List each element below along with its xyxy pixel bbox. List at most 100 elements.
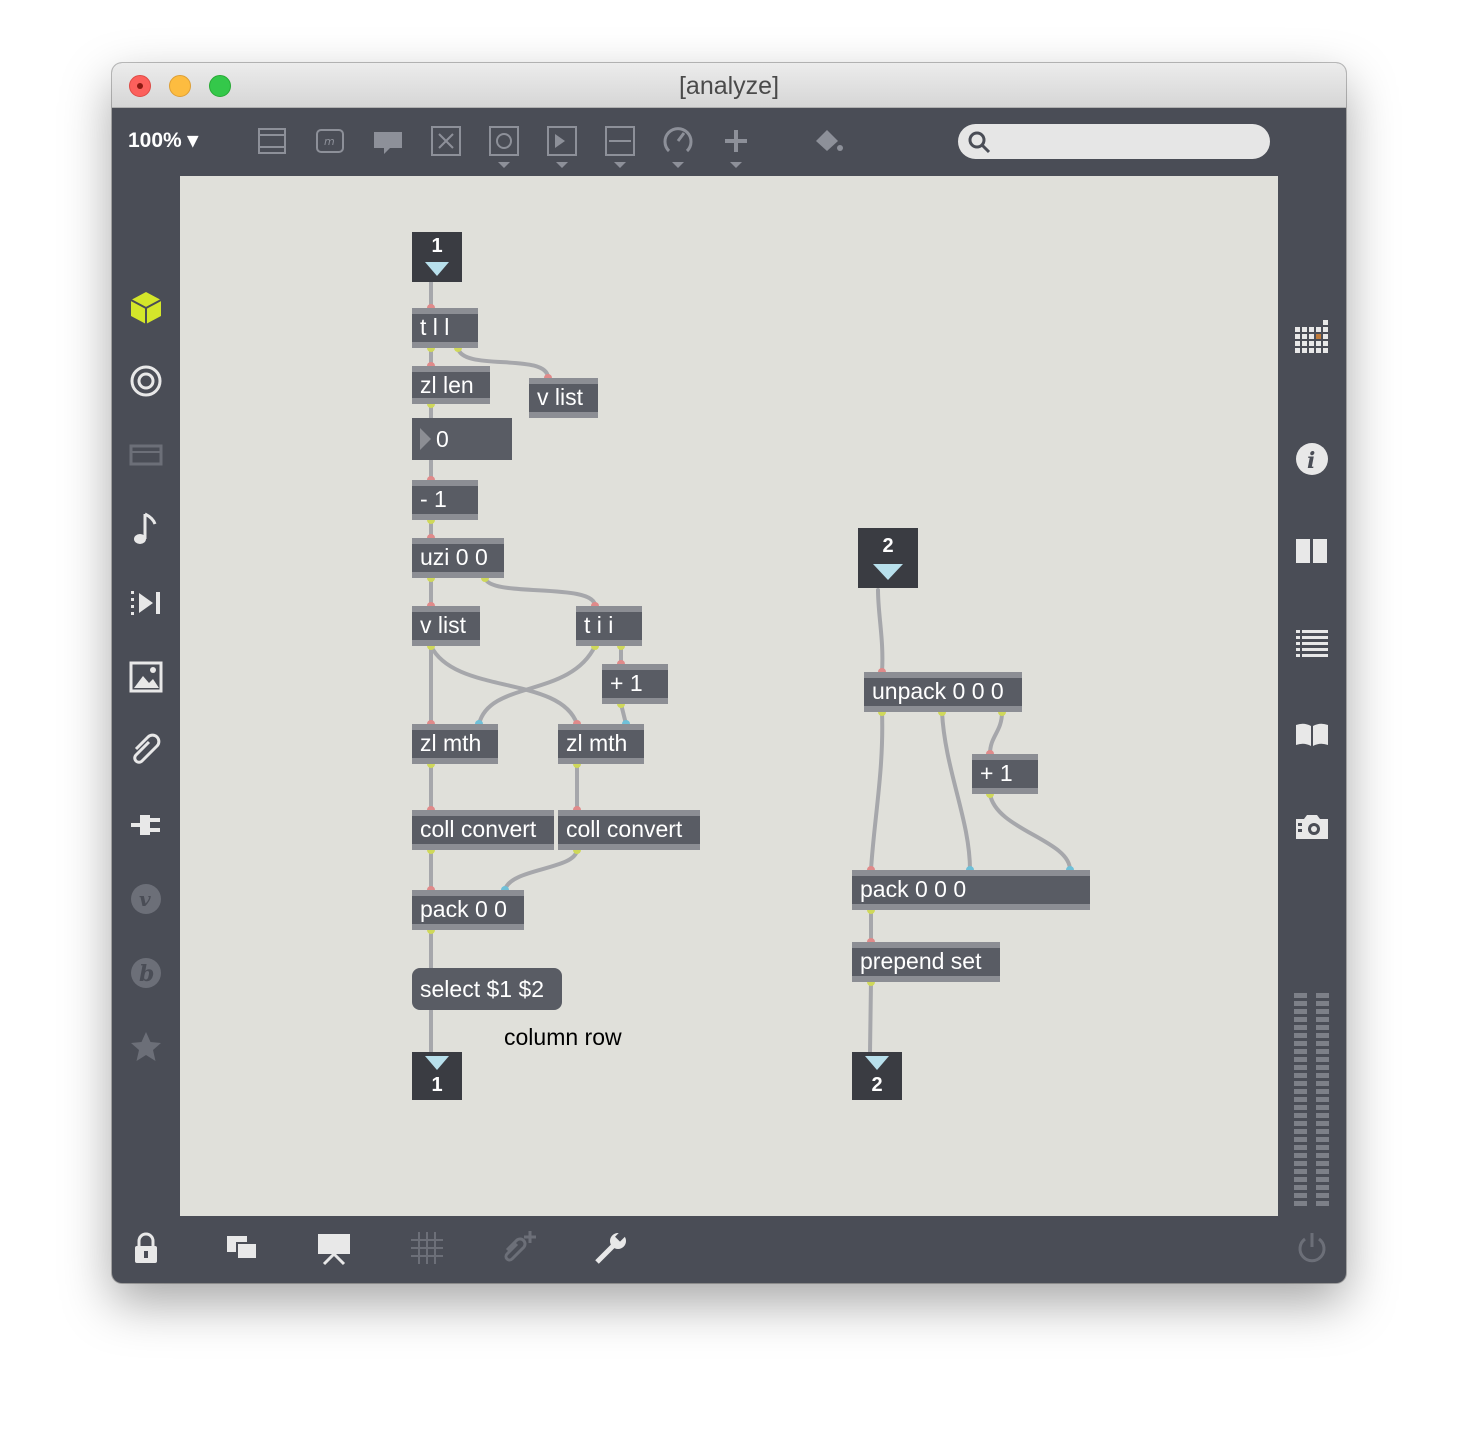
windows-icon[interactable] xyxy=(222,1228,262,1268)
object-pack-000[interactable]: pack 0 0 0 xyxy=(852,870,1090,910)
inlet-1-label: 1 xyxy=(431,235,443,257)
object-v-list-b[interactable]: v list xyxy=(412,606,480,646)
columns-icon[interactable] xyxy=(1292,531,1332,571)
object-t-ii[interactable]: t i i xyxy=(576,606,642,646)
power-icon[interactable] xyxy=(1292,1228,1332,1268)
object-pack-000-label: pack 0 0 0 xyxy=(860,876,967,902)
plug-icon[interactable] xyxy=(126,805,166,845)
message-select[interactable]: select $1 $2 xyxy=(412,968,562,1010)
paint-bucket-icon[interactable] xyxy=(811,124,845,158)
object-plus-one-b[interactable]: + 1 xyxy=(972,754,1038,794)
object-unpack-label: unpack 0 0 0 xyxy=(872,678,1004,704)
sequence-icon[interactable] xyxy=(126,583,166,623)
object-coll-convert-b[interactable]: coll convert xyxy=(558,810,700,850)
inlet-1[interactable]: 1 xyxy=(412,232,462,282)
button-icon[interactable] xyxy=(429,124,463,158)
level-meter xyxy=(1294,993,1330,1208)
svg-text:v: v xyxy=(139,887,151,911)
object-zl-mth-b-label: zl mth xyxy=(566,730,628,756)
plus-icon[interactable] xyxy=(719,124,753,168)
v-icon[interactable]: v xyxy=(126,879,166,919)
patcher-window: [analyze] 100% ▾ m v b i xyxy=(112,63,1346,1283)
slider-icon[interactable] xyxy=(603,124,637,168)
object-pack-00-label: pack 0 0 xyxy=(420,896,507,922)
note-icon[interactable] xyxy=(126,509,166,549)
object-pack-00[interactable]: pack 0 0 xyxy=(412,890,524,930)
outlet-arrow-icon xyxy=(425,1056,449,1070)
cube-icon[interactable] xyxy=(126,288,166,328)
list-icon[interactable] xyxy=(1292,623,1332,663)
paperclip-add-icon[interactable] xyxy=(499,1228,539,1268)
number-icon[interactable] xyxy=(545,124,579,168)
object-plus-one-b-label: + 1 xyxy=(980,760,1013,786)
object-plus-one-a-label: + 1 xyxy=(610,670,643,696)
object-coll-convert-a-label: coll convert xyxy=(420,816,537,842)
info-icon[interactable]: i xyxy=(1292,439,1332,479)
comment-column-row: column row xyxy=(504,1024,622,1050)
number-box[interactable]: 0 xyxy=(412,418,512,460)
dial-icon[interactable] xyxy=(661,124,695,168)
object-prepend-set-label: prepend set xyxy=(860,948,982,974)
object-coll-convert-b-label: coll convert xyxy=(566,816,683,842)
object-t-ll-label: t l l xyxy=(420,314,450,340)
object-zl-mth-a[interactable]: zl mth xyxy=(412,724,498,764)
object-v-list-a-label: v list xyxy=(537,384,583,410)
lock-icon[interactable] xyxy=(126,1228,166,1268)
inlet-arrow-icon xyxy=(425,262,449,276)
outlet-2-label: 2 xyxy=(871,1074,883,1096)
object-v-list-a[interactable]: v list xyxy=(529,378,598,418)
search-input[interactable] xyxy=(998,128,1262,156)
message-icon[interactable]: m xyxy=(313,124,347,158)
object-icon[interactable] xyxy=(255,124,289,158)
object-uzi[interactable]: uzi 0 0 xyxy=(412,538,504,578)
svg-text:i: i xyxy=(1307,448,1315,474)
object-zl-mth-b[interactable]: zl mth xyxy=(558,724,644,764)
number-triangle-icon xyxy=(420,428,431,450)
title-bar: [analyze] xyxy=(112,63,1346,108)
object-unpack[interactable]: unpack 0 0 0 xyxy=(864,672,1022,712)
object-plus-one-a[interactable]: + 1 xyxy=(602,664,668,704)
outlet-2[interactable]: 2 xyxy=(852,1052,902,1100)
search-icon xyxy=(966,129,992,155)
number-box-value: 0 xyxy=(436,426,449,452)
object-minus-one[interactable]: - 1 xyxy=(412,480,478,520)
patcher-canvas[interactable] xyxy=(180,176,1278,1216)
inlet-2[interactable]: 2 xyxy=(858,528,918,588)
camera-icon[interactable] xyxy=(1292,807,1332,847)
comment-icon[interactable] xyxy=(371,124,405,158)
paperclip-icon[interactable] xyxy=(126,731,166,771)
object-zl-mth-a-label: zl mth xyxy=(420,730,482,756)
star-icon[interactable] xyxy=(126,1027,166,1067)
grid-toggle-icon[interactable] xyxy=(407,1228,447,1268)
svg-text:m: m xyxy=(324,135,335,148)
window-title: [analyze] xyxy=(678,72,780,100)
top-toolbar: 100% ▾ m xyxy=(112,108,1346,176)
outlet-1-label: 1 xyxy=(431,1074,443,1096)
inlet-arrow-icon xyxy=(873,564,903,580)
image-icon[interactable] xyxy=(126,657,166,697)
search-field[interactable] xyxy=(958,124,1270,159)
toggle-icon[interactable] xyxy=(487,124,521,168)
outlet-1[interactable]: 1 xyxy=(412,1052,462,1100)
inlet-2-label: 2 xyxy=(882,535,894,557)
target-icon[interactable] xyxy=(126,361,166,401)
object-t-ll[interactable]: t l l xyxy=(412,308,478,348)
window-icon[interactable] xyxy=(126,435,166,475)
object-uzi-label: uzi 0 0 xyxy=(420,544,488,570)
wrench-icon[interactable] xyxy=(591,1228,631,1268)
object-t-ii-label: t i i xyxy=(584,612,614,638)
grid-icon[interactable] xyxy=(1292,317,1332,357)
zoom-select[interactable]: 100% ▾ xyxy=(128,128,198,153)
object-coll-convert-a[interactable]: coll convert xyxy=(412,810,554,850)
object-zl-len-label: zl len xyxy=(420,372,474,398)
object-v-list-b-label: v list xyxy=(420,612,466,638)
object-zl-len[interactable]: zl len xyxy=(412,366,490,404)
object-minus-one-label: - 1 xyxy=(420,486,447,512)
message-select-label: select $1 $2 xyxy=(420,976,545,1002)
object-prepend-set[interactable]: prepend set xyxy=(852,942,1000,982)
book-icon[interactable] xyxy=(1292,715,1332,755)
outlet-arrow-icon xyxy=(865,1056,889,1070)
b-icon[interactable]: b xyxy=(126,953,166,993)
svg-text:b: b xyxy=(139,961,154,987)
presentation-icon[interactable] xyxy=(314,1228,354,1268)
